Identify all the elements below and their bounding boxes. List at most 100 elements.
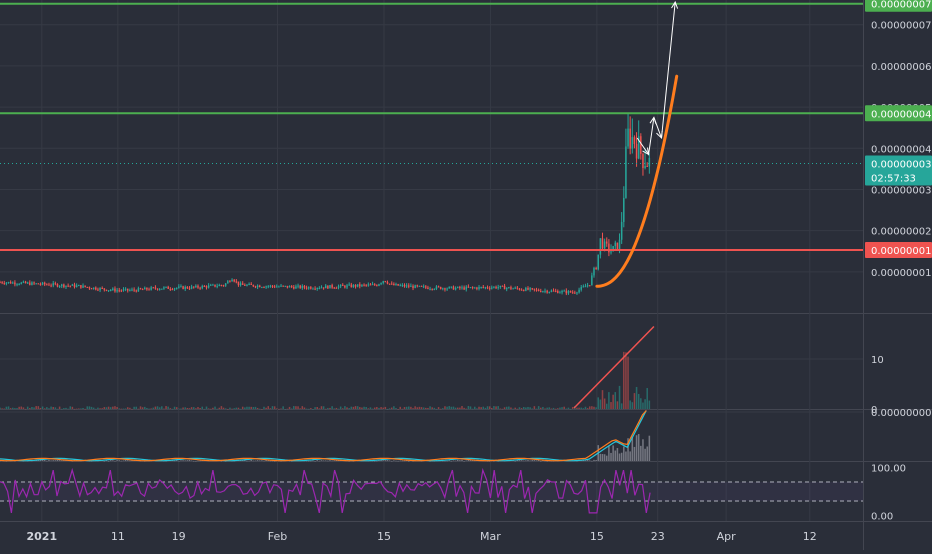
candle-body — [199, 287, 201, 289]
candle-body — [173, 288, 176, 290]
candle-body — [567, 291, 570, 294]
candle-body — [631, 137, 634, 149]
volume-bar — [393, 406, 395, 409]
volume-bar — [527, 406, 529, 409]
volume-bar — [58, 406, 61, 409]
time-tick-label: 15 — [590, 530, 604, 543]
candle-body — [537, 289, 540, 291]
candle-body — [12, 282, 14, 284]
macd-histogram-bar — [533, 460, 536, 461]
candle-body — [373, 284, 376, 286]
candle-body — [625, 146, 627, 198]
volume-bar — [525, 407, 527, 409]
candle-body — [480, 286, 482, 288]
candle-body — [118, 290, 120, 292]
volume-bar — [471, 408, 474, 410]
volume-bar — [222, 407, 225, 409]
candle-body — [18, 284, 20, 286]
candle-body — [446, 288, 448, 290]
volume-bar — [195, 408, 197, 409]
candle-body — [527, 287, 529, 290]
volume-bar — [312, 408, 314, 410]
candle-body — [561, 290, 563, 293]
volume-bar — [363, 406, 365, 409]
volume-bar — [403, 407, 406, 409]
candle-body — [137, 288, 140, 292]
macd-histogram-bar — [50, 460, 52, 461]
volume-bar — [129, 407, 131, 409]
macd-histogram-bar — [623, 446, 625, 461]
volume-bar — [201, 406, 204, 409]
candle-body — [92, 287, 95, 289]
candle-body — [378, 284, 380, 286]
macd-histogram-bar — [114, 460, 116, 462]
candle-body — [554, 290, 557, 292]
candle-body — [186, 286, 189, 289]
volume-bar — [625, 352, 627, 409]
volume-bar — [542, 406, 544, 409]
price-tick-label: 0.0000000300 — [871, 185, 932, 196]
volume-bar — [493, 406, 495, 409]
volume-bar — [254, 406, 257, 409]
rsi-tick-label: 0.00 — [871, 511, 893, 522]
volume-bar — [233, 408, 235, 409]
volume-bar — [52, 407, 54, 409]
candle-body — [324, 285, 327, 289]
volume-bar — [116, 407, 118, 409]
volume-bar — [569, 408, 572, 410]
chart-svg[interactable]: 0.00000007000.00000006000.00000005000.00… — [0, 0, 932, 550]
volume-bar — [33, 407, 35, 409]
candle-body — [456, 286, 459, 288]
candle-body — [491, 287, 493, 289]
volume-bar — [614, 392, 617, 409]
volume-bar — [39, 407, 42, 409]
candle-body — [476, 287, 478, 289]
macd-histogram-bar — [399, 460, 402, 462]
volume-bar — [491, 407, 493, 409]
volume-bar — [9, 408, 12, 409]
macd-histogram-bar — [318, 460, 321, 462]
volume-bar — [571, 406, 574, 409]
candle-body — [263, 287, 265, 289]
macd-histogram-bar — [459, 460, 461, 461]
volume-bar — [5, 406, 8, 409]
candle-body — [525, 287, 527, 291]
volume-bar — [324, 408, 327, 410]
macd-histogram-bar — [454, 460, 457, 462]
candle-body — [9, 282, 12, 284]
volume-bar — [3, 408, 6, 410]
macd-histogram-bar — [520, 460, 523, 461]
volume-bar — [550, 408, 553, 410]
macd-histogram-bar — [605, 455, 608, 461]
candle-body — [82, 285, 84, 288]
candle-body — [531, 288, 534, 290]
volume-bar — [559, 407, 561, 409]
chart-window: 0.00000007000.00000006000.00000005000.00… — [0, 0, 932, 550]
macd-histogram-bar — [107, 460, 110, 462]
candle-body — [591, 275, 593, 286]
macd-histogram-bar — [646, 446, 648, 461]
volume-bar — [112, 406, 114, 409]
macd-histogram-bar — [175, 460, 178, 461]
volume-bar — [216, 408, 218, 410]
volume-bar — [284, 408, 287, 410]
macd-histogram-bar — [58, 460, 61, 461]
volume-bar — [48, 408, 50, 409]
volume-bar — [90, 406, 93, 409]
volume-bar — [467, 406, 470, 409]
candle-body — [403, 284, 406, 287]
volume-bar — [14, 408, 16, 409]
volume-bar — [301, 406, 304, 409]
volume-bar — [633, 393, 636, 409]
candle-body — [254, 286, 257, 288]
volume-bar — [37, 406, 40, 409]
candle-body — [390, 283, 393, 285]
candle-body — [112, 288, 114, 290]
macd-histogram-bar — [450, 460, 453, 462]
macd-histogram-bar — [307, 460, 310, 462]
candle-body — [471, 287, 474, 289]
volume-bar — [582, 408, 585, 409]
candle-body — [39, 284, 42, 286]
candle-body — [88, 287, 91, 289]
candle-body — [414, 285, 416, 289]
